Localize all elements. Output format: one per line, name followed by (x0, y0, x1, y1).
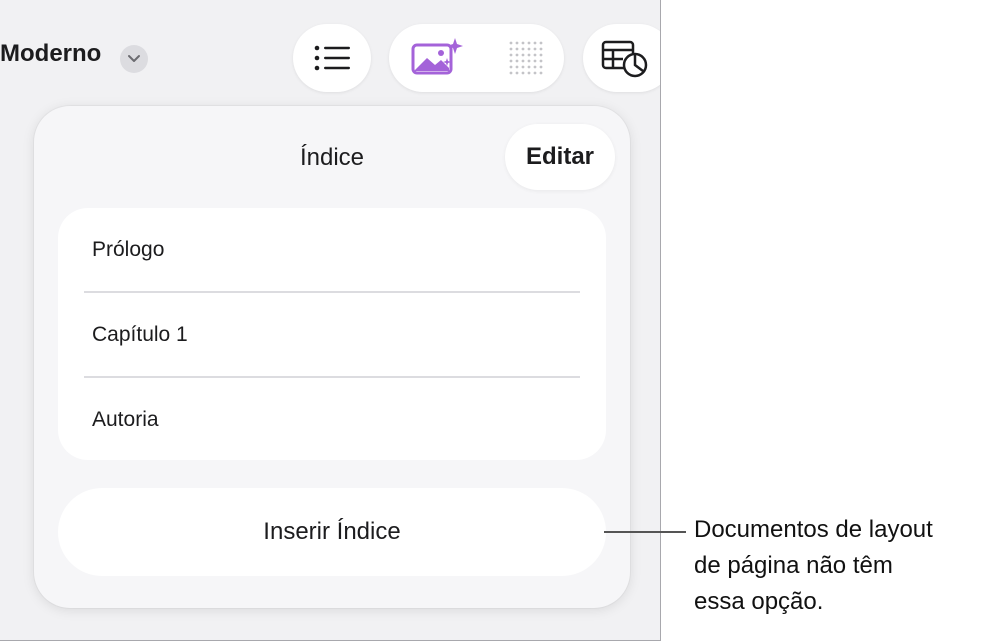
callout-line (604, 531, 686, 533)
callout-line-1: Documentos de layout (694, 516, 933, 543)
edit-button[interactable]: Editar (505, 124, 615, 190)
toc-item-capitulo-1[interactable]: Capítulo 1 (92, 323, 188, 347)
table-chart-button[interactable] (583, 24, 660, 92)
callout-line-2: de página não têm (694, 552, 893, 579)
toc-item-autoria[interactable]: Autoria (92, 408, 159, 432)
dot-grid-icon[interactable] (509, 41, 543, 75)
style-chevron-button[interactable] (120, 45, 148, 73)
separator (84, 291, 580, 293)
toc-popover: Índice Editar Prólogo Capítulo 1 Autoria… (34, 106, 630, 608)
list-icon (314, 45, 350, 71)
app-screen: Moderno Índice Editar Prólogo Capítulo 1… (0, 0, 661, 641)
callout-text: Documentos de layout de página não têm e… (694, 512, 994, 620)
toc-item-prologo[interactable]: Prólogo (92, 238, 164, 262)
callout-line-3: essa opção. (694, 588, 824, 615)
list-button[interactable] (293, 24, 371, 92)
image-sparkle-icon[interactable] (411, 36, 465, 76)
media-toolbar-group (389, 24, 564, 92)
table-chart-icon (601, 40, 648, 78)
separator (84, 376, 580, 378)
stage: Moderno Índice Editar Prólogo Capítulo 1… (0, 0, 995, 644)
style-name[interactable]: Moderno (0, 40, 101, 68)
toc-list: Prólogo Capítulo 1 Autoria (58, 208, 606, 460)
chevron-down-icon (128, 55, 140, 62)
insert-toc-button[interactable]: Inserir Índice (58, 488, 606, 576)
